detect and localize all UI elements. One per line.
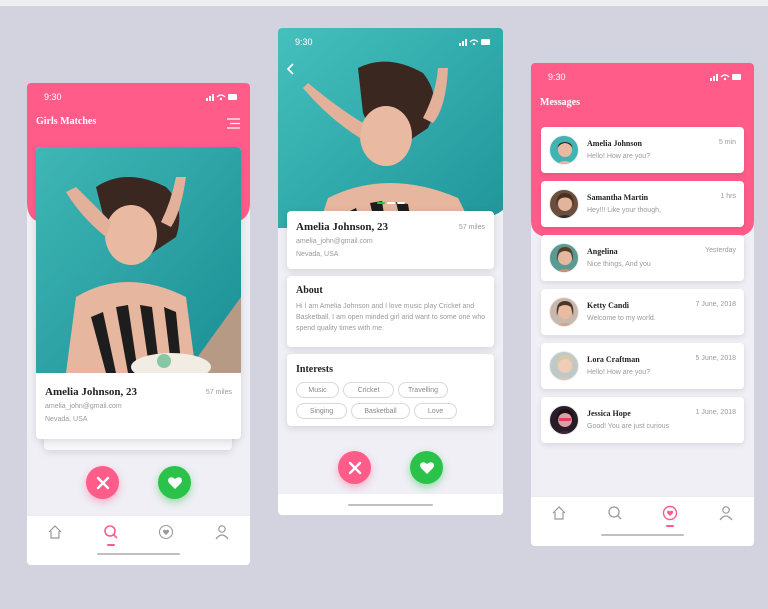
profile-distance: 57 miles [458,224,485,231]
search-icon[interactable] [607,505,623,521]
profile-name: Amelia Johnson, 23 [296,221,388,233]
avatar [549,405,579,435]
messages-screen: 9:30 Messages Amelia Johnson Hello! How … [531,63,754,546]
profile-email: amelia_john@gmail.com [45,403,122,410]
hamburger-icon[interactable] [227,116,240,129]
screen-title: Messages [540,97,580,108]
about-heading: About [296,285,323,296]
message-item[interactable]: Lora Craftman Hello! How are you? 5 June… [541,343,744,389]
status-bar: 9:30 [531,63,754,89]
heart-icon [167,476,182,489]
message-name: Lora Craftman [587,355,640,364]
interest-tag[interactable]: Travelling [398,382,448,398]
interest-tag[interactable]: Music [296,382,339,398]
close-icon [348,461,361,474]
heart-chat-icon[interactable] [662,505,678,521]
heart-chat-icon[interactable] [158,524,174,540]
status-bar: 9:30 [27,83,250,109]
interest-tag[interactable]: Singing [296,403,347,419]
message-text: Hello! How are you? [587,153,651,160]
dislike-button[interactable] [86,466,119,499]
message-item[interactable]: Amelia Johnson Hello! How are you? 5 min [541,127,744,173]
status-icons [710,73,742,83]
status-time: 9:30 [295,37,313,47]
profile-email: amelia_john@gmail.com [296,238,373,245]
bottom-nav [27,515,250,565]
like-button[interactable] [158,466,191,499]
home-icon[interactable] [551,505,567,521]
profile-name: Amelia Johnson, 23 [45,386,137,398]
interest-tag[interactable]: Basketball [351,403,410,419]
status-bar: 9:30 [278,28,503,54]
bottom-nav [531,496,754,546]
home-indicator [348,504,433,506]
info-card: Amelia Johnson, 23 57 miles amelia_john@… [287,211,494,269]
status-time: 9:30 [548,72,566,82]
avatar [549,243,579,273]
bottom-area [278,494,503,515]
interests-card: Interests Music Cricket Travelling Singi… [287,354,494,426]
message-time: 5 min [718,139,736,146]
message-time: 1 June, 2018 [695,409,736,416]
heart-icon [419,461,434,474]
search-icon[interactable] [103,524,119,540]
message-item[interactable]: Ketty Candi Welcome to my world. 7 June,… [541,289,744,335]
close-icon [96,476,109,489]
message-item[interactable]: Angelina Nice things, And you Yesterday [541,235,744,281]
message-time: 7 June, 2018 [695,301,736,308]
message-item[interactable]: Jessica Hope Good! You are just curious … [541,397,744,443]
message-name: Amelia Johnson [587,139,642,148]
top-strip [0,0,768,6]
message-name: Jessica Hope [587,409,631,418]
profile-card[interactable]: Amelia Johnson, 23 57 miles amelia_john@… [36,147,241,439]
message-text: Hey!!! Like your though, [587,207,661,214]
matches-screen: 9:30 Girls Matches Amelia Johnson, 23 57… [27,83,250,565]
message-text: Hello! How are you? [587,369,651,376]
message-name: Ketty Candi [587,301,629,310]
home-indicator [97,553,180,555]
message-name: Angelina [587,247,618,256]
about-text: Hi I am Amelia Johnson and I love music … [296,303,486,332]
about-card: About Hi I am Amelia Johnson and I love … [287,276,494,347]
chevron-left-icon[interactable] [286,62,296,75]
message-time: 1 hrs [720,193,736,200]
user-icon[interactable] [718,505,734,521]
status-icons [206,93,238,103]
profile-distance: 57 miles [205,389,232,396]
avatar [549,135,579,165]
home-icon[interactable] [47,524,63,540]
avatar [549,351,579,381]
message-text: Nice things, And you [587,261,651,268]
message-time: 5 June, 2018 [695,355,736,362]
screen-title: Girls Matches [36,116,97,127]
dislike-button[interactable] [338,451,371,484]
home-indicator [601,534,684,536]
interests-heading: Interests [296,364,334,375]
interest-tag[interactable]: Love [414,403,457,419]
profile-location: Nevada, USA [45,416,88,423]
profile-detail-screen: 9:30 Amelia Johnson, 23 57 miles amelia_… [278,28,503,515]
message-item[interactable]: Samantha Martin Hey!!! Like your though,… [541,181,744,227]
active-indicator [666,525,674,527]
interest-tag[interactable]: Cricket [343,382,394,398]
like-button[interactable] [410,451,443,484]
photo-pager [377,202,405,204]
profile-location: Nevada, USA [296,251,339,258]
active-indicator [107,544,115,546]
message-name: Samantha Martin [587,193,649,202]
profile-photo [36,147,241,373]
avatar [549,189,579,219]
message-time: Yesterday [705,247,736,254]
status-time: 9:30 [44,92,62,102]
user-icon[interactable] [214,524,230,540]
detail-photo [278,28,503,228]
message-text: Welcome to my world. [587,315,656,322]
avatar [549,297,579,327]
message-text: Good! You are just curious [587,423,670,430]
status-icons [459,38,491,48]
